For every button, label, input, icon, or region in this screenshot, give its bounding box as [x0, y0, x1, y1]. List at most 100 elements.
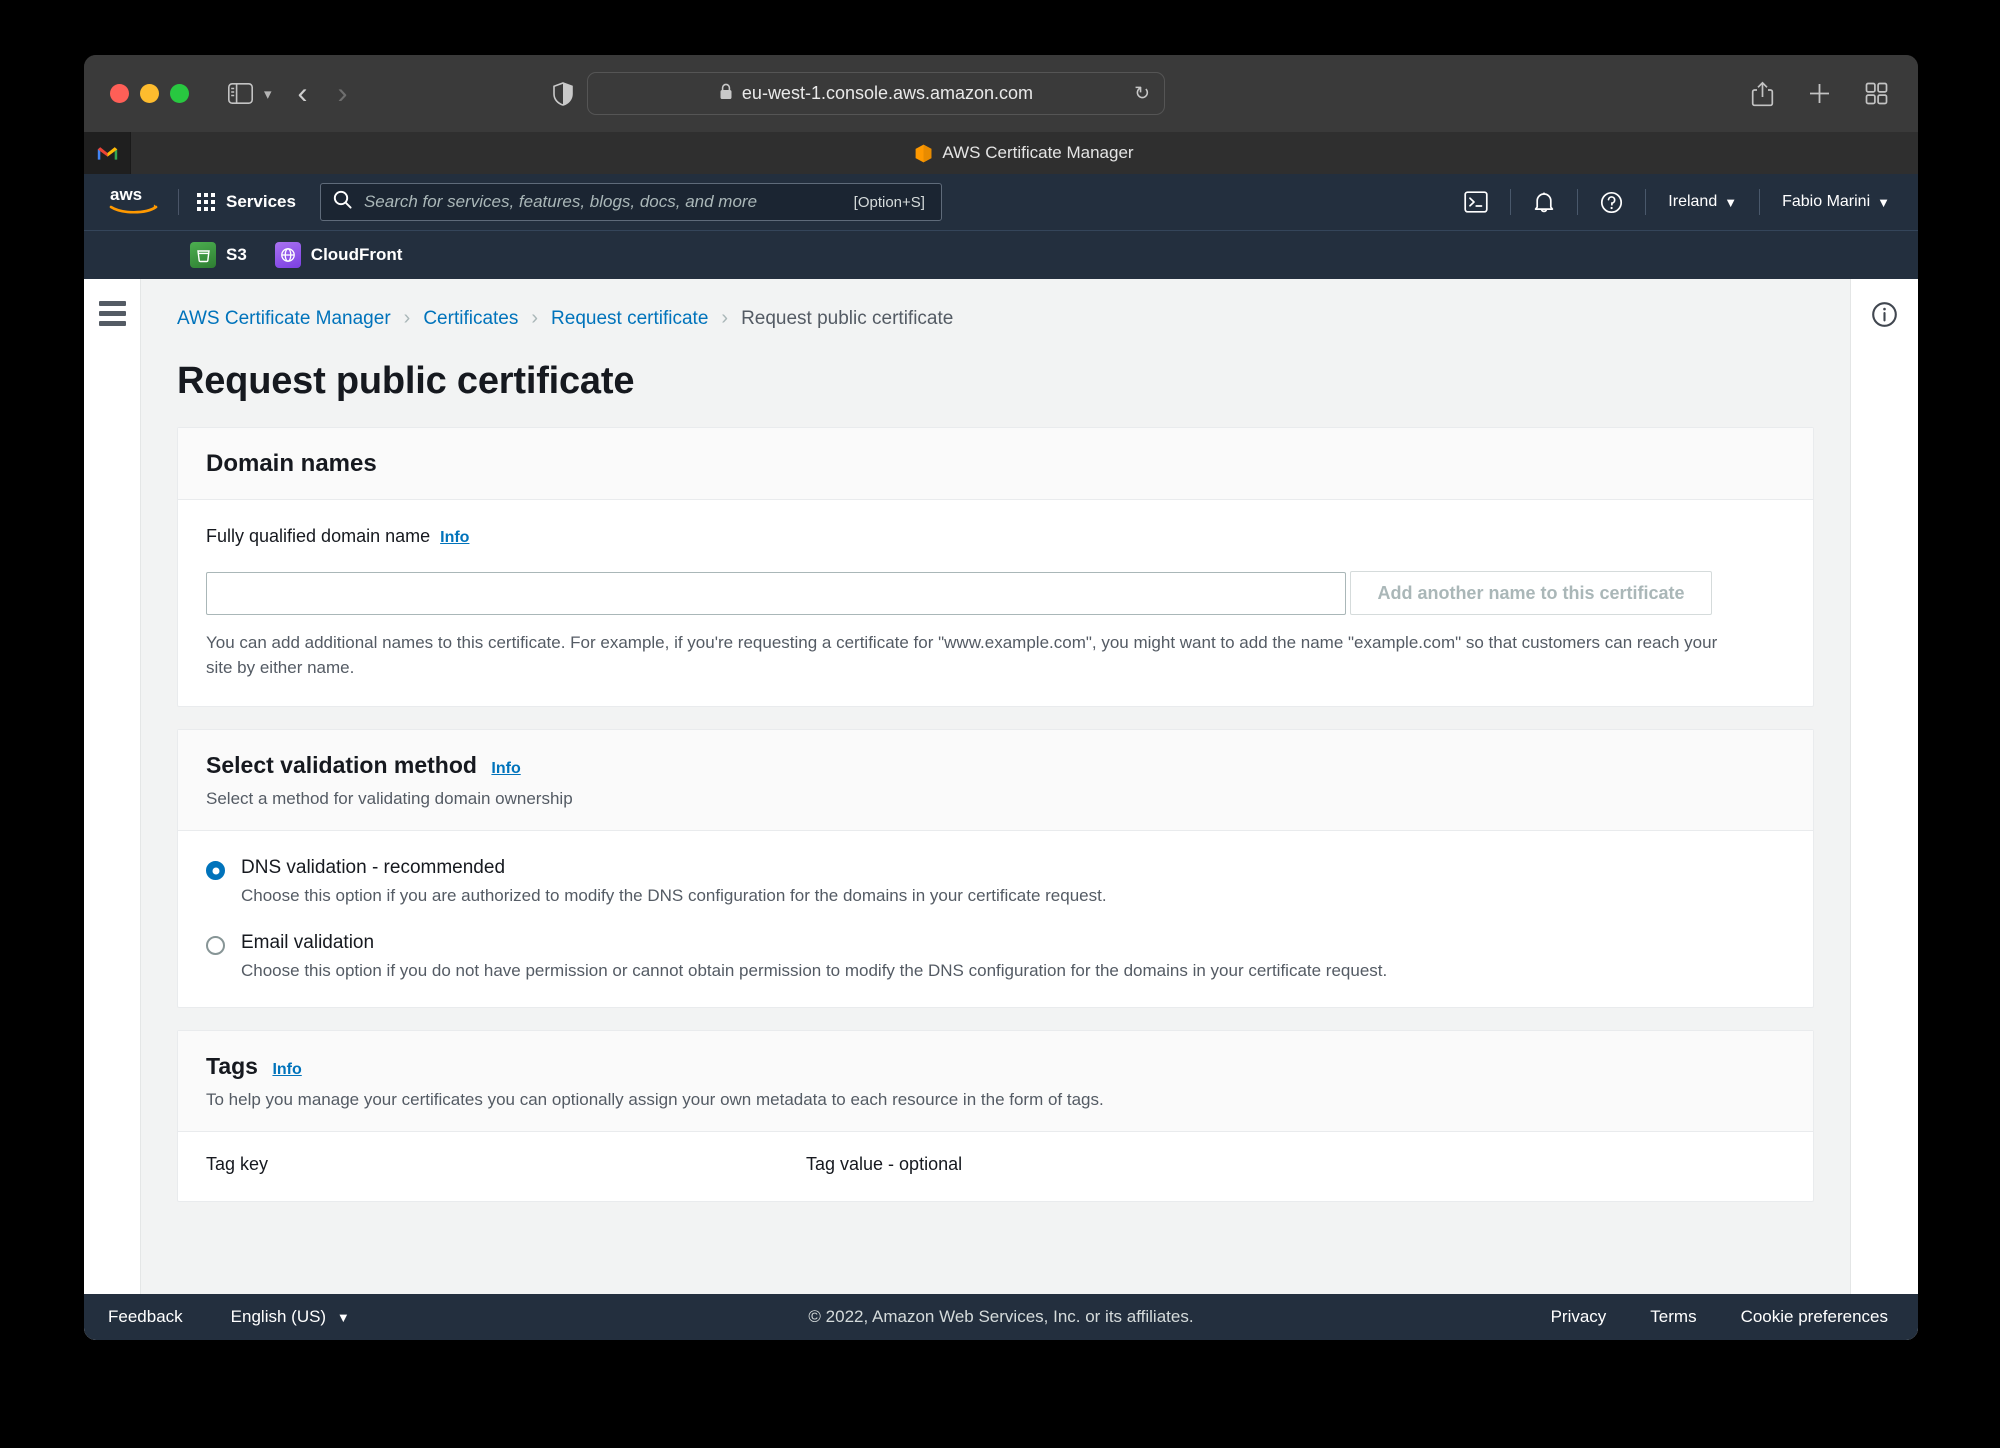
info-link[interactable]: Info [440, 529, 469, 547]
breadcrumb-item-certificates[interactable]: Certificates [423, 308, 518, 330]
maximize-window-button[interactable] [170, 84, 189, 103]
privacy-link[interactable]: Privacy [1551, 1307, 1607, 1327]
search-placeholder: Search for services, features, blogs, do… [363, 192, 758, 211]
fqdn-label-row: Fully qualified domain name Info [206, 526, 1785, 547]
search-input[interactable]: Search for services, features, blogs, do… [319, 183, 942, 221]
radio-button-email[interactable] [206, 936, 225, 956]
breadcrumb-item-acm[interactable]: AWS Certificate Manager [177, 308, 391, 330]
info-circle-icon[interactable] [1871, 301, 1898, 1294]
favorite-cloudfront[interactable]: CloudFront [274, 242, 403, 268]
browser-tab[interactable]: AWS Certificate Manager [131, 132, 1918, 174]
url-text: eu-west-1.console.aws.amazon.com [741, 83, 1034, 103]
favorite-s3[interactable]: S3 [190, 242, 247, 268]
tags-heading: Tags [206, 1053, 258, 1080]
chevron-down-icon: ▼ [1724, 194, 1738, 210]
nav-divider [178, 189, 179, 215]
radio-option-dns[interactable]: DNS validation - recommended Choose this… [206, 857, 1785, 906]
fqdn-input[interactable] [206, 571, 1346, 615]
info-link[interactable]: Info [272, 1061, 301, 1078]
address-bar[interactable]: eu-west-1.console.aws.amazon.com ↻ [587, 72, 1165, 115]
favorite-label: S3 [226, 245, 247, 264]
panel-body: Tag key Tag value - optional [178, 1132, 1813, 1201]
panel-body: DNS validation - recommended Choose this… [178, 831, 1813, 1007]
search-shortcut-hint: [Option+S] [853, 193, 925, 211]
tags-column-headers: Tag key Tag value - optional [178, 1154, 1813, 1175]
cookie-preferences-link[interactable]: Cookie preferences [1741, 1307, 1888, 1327]
region-selector[interactable]: Ireland ▼ [1664, 193, 1741, 211]
s3-bucket-icon [190, 242, 216, 268]
plus-icon[interactable] [1808, 82, 1831, 105]
language-label: English (US) [230, 1307, 327, 1326]
language-selector[interactable]: English (US) ▼ [231, 1307, 350, 1327]
sidebar-icon[interactable] [228, 83, 253, 104]
add-another-name-button[interactable]: Add another name to this certificate [1350, 571, 1712, 615]
region-label: Ireland [1668, 193, 1718, 210]
lock-icon [719, 83, 733, 104]
validation-heading: Select validation method [206, 752, 477, 779]
radio-desc-dns: Choose this option if you are authorized… [241, 886, 1107, 906]
minimize-window-button[interactable] [140, 84, 159, 103]
breadcrumb-item-request-certificate[interactable]: Request certificate [551, 308, 708, 330]
footer-left: Feedback English (US) ▼ [108, 1307, 350, 1327]
services-menu-button[interactable]: Services [197, 192, 296, 212]
close-window-button[interactable] [110, 84, 129, 103]
validation-subtitle: Select a method for validating domain ow… [206, 789, 573, 809]
tags-subtitle: To help you manage your certificates you… [206, 1090, 1104, 1110]
terms-link[interactable]: Terms [1650, 1307, 1696, 1327]
browser-actions [1751, 81, 1888, 107]
favorite-label: CloudFront [310, 245, 403, 264]
breadcrumb-separator-icon: › [531, 307, 539, 329]
breadcrumb-separator-icon: › [403, 307, 411, 329]
radio-option-email[interactable]: Email validation Choose this option if y… [206, 932, 1785, 981]
chevron-down-icon: ▼ [1877, 194, 1890, 210]
panel-body: Fully qualified domain name Info Add ano… [178, 500, 1813, 706]
tags-column-value: Tag value - optional [806, 1154, 963, 1175]
bell-icon[interactable] [1529, 191, 1559, 214]
share-icon[interactable] [1751, 81, 1774, 107]
gmail-icon[interactable] [84, 132, 131, 174]
radio-label-email: Email validation [241, 932, 375, 954]
forward-chevron-icon[interactable]: › [338, 77, 348, 111]
search-icon [333, 190, 352, 214]
favorites-bar: S3 CloudFront [84, 230, 1918, 279]
panel-header: Tags Info To help you manage your certif… [178, 1031, 1813, 1133]
panel-header: Domain names [178, 428, 1813, 500]
grid-icon [197, 193, 215, 211]
nav-divider [1759, 189, 1761, 215]
cloudfront-globe-icon [274, 242, 301, 268]
tab-strip: AWS Certificate Manager [84, 132, 1918, 174]
radio-button-dns[interactable] [206, 861, 225, 881]
aws-logo-icon[interactable]: aws [108, 183, 160, 222]
aws-nav-right: Ireland ▼ Fabio Marini ▼ [1460, 189, 1894, 215]
breadcrumb-item-current: Request public certificate [741, 307, 954, 329]
question-circle-icon[interactable] [1596, 191, 1627, 214]
acm-cube-icon [915, 144, 932, 163]
chevron-down-icon: ▼ [336, 1310, 350, 1325]
aws-console-page: aws Services Search for services, featur… [84, 174, 1918, 1340]
panel-header: Select validation method Info Select a m… [178, 730, 1813, 832]
aws-footer: Feedback English (US) ▼ © 2022, Amazon W… [84, 1294, 1918, 1340]
tab-grid-icon[interactable] [1865, 82, 1888, 105]
feedback-link[interactable]: Feedback [108, 1307, 183, 1327]
privacy-shield-icon[interactable] [552, 81, 573, 106]
left-navigation-rail [84, 279, 141, 1294]
fqdn-label: Fully qualified domain name [206, 526, 431, 546]
window-controls [110, 84, 189, 103]
domain-names-heading: Domain names [206, 450, 377, 477]
validation-method-panel: Select validation method Info Select a m… [177, 729, 1814, 1009]
hamburger-menu-icon[interactable] [98, 301, 126, 1294]
main-content: AWS Certificate Manager › Certificates ›… [141, 279, 1850, 1294]
domain-names-help-text: You can add additional names to this cer… [206, 633, 1718, 677]
chevron-down-icon[interactable]: ▾ [264, 85, 272, 103]
aws-global-nav: aws Services Search for services, featur… [84, 174, 1918, 230]
breadcrumb: AWS Certificate Manager › Certificates ›… [177, 307, 1814, 330]
copyright-text: © 2022, Amazon Web Services, Inc. or its… [808, 1307, 1194, 1326]
tags-column-key: Tag key [206, 1154, 269, 1175]
reload-icon[interactable]: ↻ [1134, 82, 1150, 105]
cloudshell-icon[interactable] [1460, 191, 1492, 213]
tab-title: AWS Certificate Manager [942, 143, 1134, 162]
back-chevron-icon[interactable]: ‹ [298, 77, 308, 111]
account-menu[interactable]: Fabio Marini ▼ [1778, 193, 1894, 211]
browser-toolbar: ▾ ‹ › eu-west-1.console.aws.amazon.com ↻ [84, 55, 1918, 132]
info-link[interactable]: Info [491, 760, 520, 777]
